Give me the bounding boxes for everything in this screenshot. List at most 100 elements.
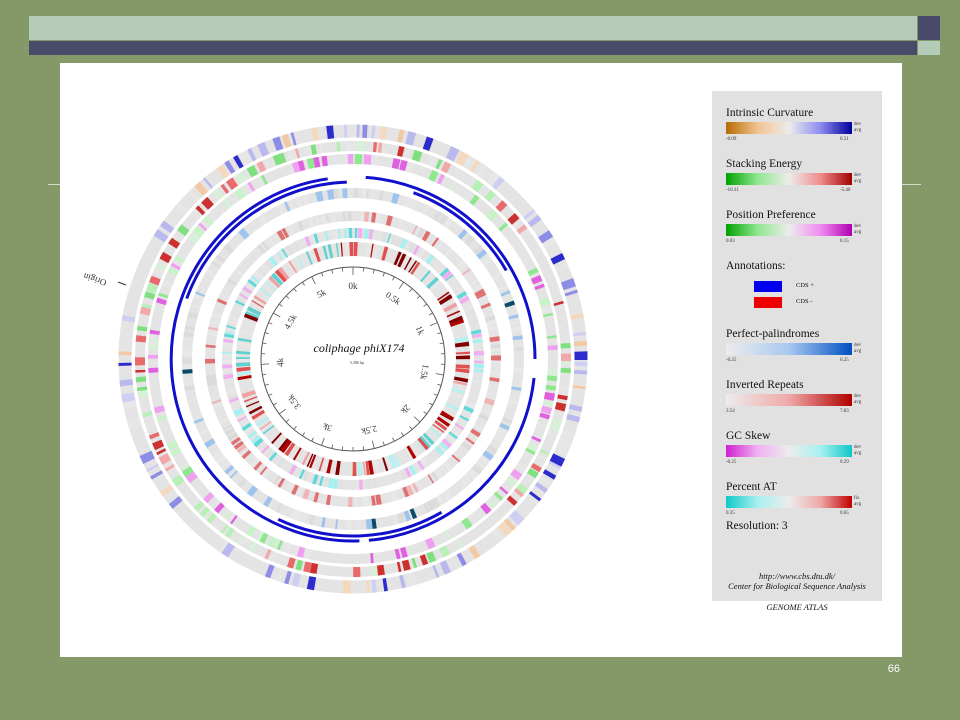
ring-percent-at-segment: [268, 275, 281, 289]
ring-stacking-energy-segment: [287, 149, 296, 161]
ring-inverted-repeats-segment: [427, 474, 435, 484]
ring-curvature-segment: [549, 453, 566, 467]
ring-position-preference-segment: [406, 161, 415, 174]
ring-gc-skew-segment: [395, 236, 403, 248]
ring-inverted-repeats-segment: [216, 298, 228, 306]
ring-stacking-energy-segment: [455, 538, 464, 549]
legend-stacking-label: Stacking Energy: [726, 158, 803, 170]
ring-inverted-repeats-segment: [227, 432, 239, 442]
title-bar-dark: [29, 41, 917, 55]
ring-position-preference-segment: [156, 415, 168, 422]
ring-gc-skew-segment: [237, 415, 248, 423]
ring-inverted-repeats-segment: [211, 312, 222, 320]
ring-stacking-energy-segment: [530, 462, 542, 473]
legend-position-mode1: dev: [854, 224, 862, 229]
palindrome-mark: [409, 508, 418, 520]
ring-curvature-segment: [564, 289, 578, 297]
legend-stacking-gradient: [726, 173, 852, 185]
ring-stacking-energy-segment: [195, 205, 206, 216]
scale-label: 0.5k: [384, 290, 403, 307]
ring-palindromes-segment: [496, 427, 508, 438]
ring-percent-at-segment: [237, 374, 252, 381]
ring-palindromes-segment: [326, 189, 335, 200]
ring-gc-skew-segment: [302, 470, 310, 482]
ring-position-preference-segment: [321, 155, 328, 167]
ring-gc-skew-segment: [228, 396, 240, 403]
ring-palindromes-segment: [223, 243, 235, 255]
ring-curvature-segment: [486, 171, 501, 187]
ring-stacking-energy-segment: [201, 196, 214, 210]
ring-position-preference-segment: [436, 173, 445, 185]
ring-stacking-energy-segment: [193, 500, 205, 512]
ring-palindromes-segment: [463, 474, 473, 484]
ring-percent-at-segment: [400, 255, 410, 269]
scale-label: 2k: [399, 403, 413, 417]
scale-tick: [264, 383, 269, 386]
ring-curvature-segment: [202, 177, 214, 189]
ring-position-preference-segment: [428, 169, 439, 182]
ring-inverted-repeats-segment: [411, 482, 419, 493]
ring-inverted-repeats-segment: [434, 468, 444, 479]
ring-gc-skew-segment: [417, 248, 426, 259]
legend-percent-at-label: Percent AT: [726, 481, 777, 493]
ring-inverted-repeats-base: [205, 211, 501, 507]
scale-tick: [268, 393, 273, 396]
ring-percent-at-segment: [454, 336, 469, 343]
ring-gc-skew-segment: [448, 431, 458, 440]
ring-percent-at-segment: [420, 270, 431, 283]
ring-inverted-repeats-segment: [308, 216, 315, 228]
legend-curvature-label: Intrinsic Curvature: [726, 107, 814, 119]
ring-curvature-segment: [550, 252, 566, 265]
legend-position-label: Position Preference: [726, 209, 816, 221]
ring-gc-skew-segment: [257, 267, 267, 276]
ring-curvature-segment: [219, 540, 229, 554]
scale-tick: [321, 437, 325, 446]
ring-percent-at-segment: [403, 257, 412, 271]
ring-inverted-repeats-segment: [234, 268, 244, 277]
ring-position-preference-segment: [526, 442, 539, 453]
ring-stacking-energy-segment: [411, 557, 418, 569]
legend-stacking-mode2: avg: [854, 179, 862, 184]
ring-palindromes-segment: [315, 190, 324, 202]
ring-position-preference-segment: [294, 545, 300, 557]
ring-stacking-energy-segment: [149, 275, 161, 286]
ring-inverted-repeats-segment: [276, 229, 286, 241]
ring-palindromes-segment: [467, 468, 479, 480]
ring-palindromes-segment: [211, 260, 222, 269]
legend-cds-minus-swatch: [754, 297, 782, 308]
ring-position-preference-segment: [449, 180, 457, 191]
ring-gc-skew-segment: [399, 238, 408, 250]
ring-inverted-repeats-segment: [431, 471, 439, 482]
ring-gc-skew-segment: [276, 251, 284, 261]
ring-palindromes-segment: [463, 235, 475, 247]
scale-label: 0k: [349, 281, 359, 291]
ring-stacking-energy-segment: [397, 145, 405, 157]
ring-inverted-repeats-segment: [397, 218, 404, 230]
ring-gc-skew-segment: [222, 373, 234, 380]
ring-palindromes-segment: [493, 432, 505, 443]
ring-curvature-segment: [139, 450, 155, 464]
ring-percent-at-segment: [322, 245, 329, 260]
ring-curvature-segment: [233, 155, 244, 169]
ring-palindromes-segment: [501, 417, 513, 425]
ring-inverted-repeats-segment: [227, 278, 238, 286]
ring-position-preference-segment: [181, 466, 194, 478]
ring-percent-at-segment: [449, 319, 465, 327]
legend-inverted-min: 3.54: [726, 409, 735, 414]
ring-gc-skew-segment: [241, 422, 252, 431]
ring-gc-skew-segment: [363, 228, 370, 239]
ring-stacking-energy-segment: [135, 376, 147, 383]
ring-gc-skew-segment: [261, 263, 270, 273]
ring-inverted-repeats-segment: [273, 475, 281, 486]
legend-position-gradient: [726, 224, 852, 236]
ring-position-preference-segment: [302, 547, 312, 560]
ring-inverted-repeats-segment: [207, 330, 218, 337]
ring-stacking-energy-segment: [152, 439, 165, 451]
ring-curvature-segment: [119, 379, 134, 387]
ring-curvature-segment: [561, 429, 576, 440]
ring-percent-at-segment: [243, 312, 259, 322]
ring-stacking-energy-segment: [419, 554, 429, 566]
scale-tick: [371, 440, 375, 449]
ring-percent-at-segment: [259, 286, 272, 298]
ring-palindromes-segment: [187, 311, 199, 320]
